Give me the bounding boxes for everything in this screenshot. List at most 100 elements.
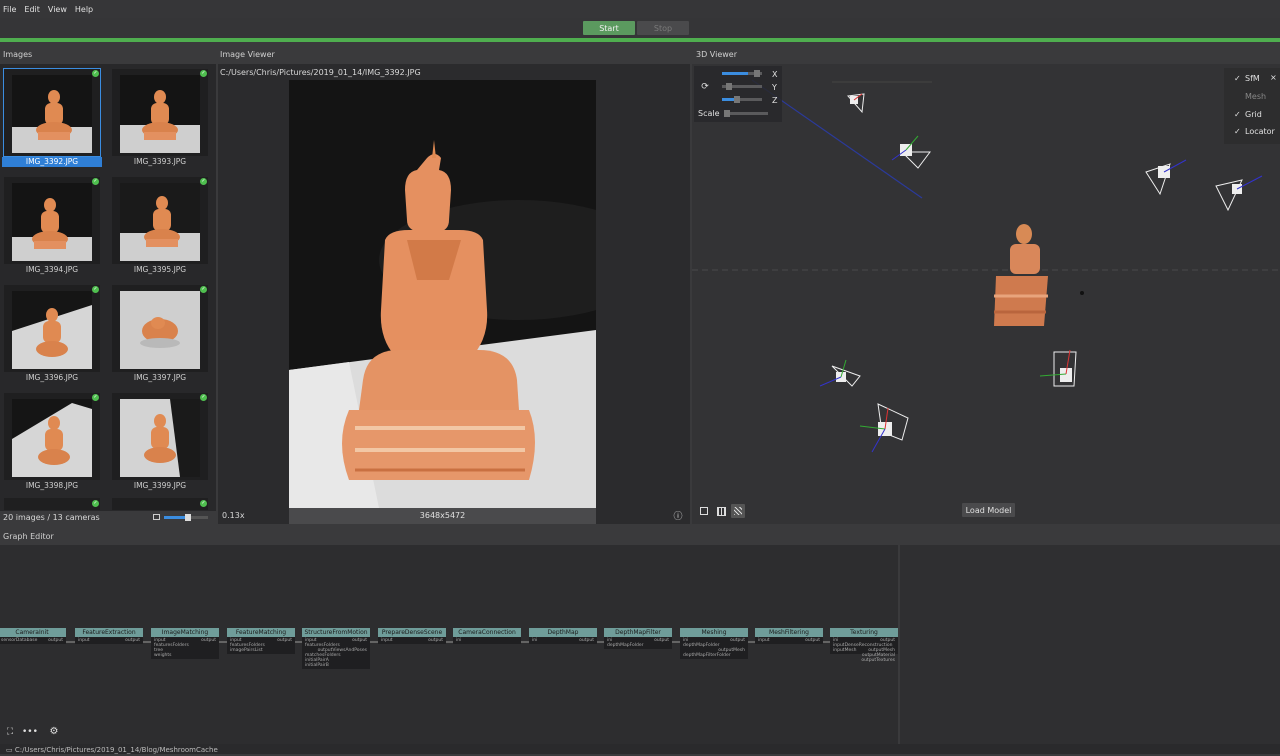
textured-mode-icon xyxy=(734,507,742,515)
camera-icon[interactable] xyxy=(859,403,909,453)
load-model-button[interactable]: Load Model xyxy=(962,503,1015,517)
done-check-icon: ✓ xyxy=(200,500,207,507)
rotate-icon[interactable]: ⟳ xyxy=(698,80,712,94)
3d-scene[interactable] xyxy=(692,64,1280,524)
graph-node-imagematching[interactable]: ImageMatching input output featuresFolders t… xyxy=(151,628,219,659)
camera-icon[interactable] xyxy=(819,359,861,387)
resolution-bar: 3648x5472 xyxy=(289,508,596,524)
image-thumbnail[interactable]: ✓ IMG_3398.JPG xyxy=(2,391,102,491)
done-check-icon: ✓ xyxy=(200,394,207,401)
image-viewer-title: Image Viewer xyxy=(220,50,275,59)
statue-photo xyxy=(120,291,200,369)
statue-photo xyxy=(120,75,200,153)
close-icon[interactable]: × xyxy=(1270,73,1277,82)
image-thumbnail[interactable] xyxy=(4,498,100,510)
menu-view[interactable]: View xyxy=(45,5,72,14)
status-bar: ▭ C:/Users/Chris/Pictures/2019_01_14/Blo… xyxy=(0,744,1280,754)
menu-bar: File Edit View Help xyxy=(0,0,1280,18)
toggle-mesh[interactable]: Mesh xyxy=(1245,92,1266,101)
solid-mode-icon[interactable] xyxy=(700,507,708,515)
done-check-icon: ✓ xyxy=(200,178,207,185)
images-footer: 20 images / 13 cameras xyxy=(0,512,216,524)
graph-node-camerainit[interactable]: CameraInit sensorDatabase output xyxy=(0,628,66,658)
done-check-icon: ✓ xyxy=(92,500,99,507)
axis-x-label: X xyxy=(772,70,778,79)
done-check-icon: ✓ xyxy=(92,394,99,401)
orientation-gizmo: ⟳ X Y Z Scale xyxy=(694,66,782,122)
statue-photo xyxy=(120,183,200,261)
graph-editor-canvas[interactable]: CameraInit sensorDatabase output FeatureEx… xyxy=(0,545,898,745)
graph-node-texturing[interactable]: Texturing ini output inputDenseReconstructi… xyxy=(830,628,898,663)
gear-icon[interactable]: ⚙ xyxy=(47,725,61,739)
camera-icon[interactable] xyxy=(1039,349,1077,387)
graph-node-featurematching[interactable]: FeatureMatching input output featuresFolder… xyxy=(227,628,295,658)
image-thumbnail[interactable]: ✓ IMG_3392.JPG xyxy=(2,67,102,167)
thumbnail-size-slider[interactable] xyxy=(164,514,208,521)
toggle-sfm[interactable]: SfM xyxy=(1245,74,1260,83)
camera-icon[interactable] xyxy=(891,135,931,169)
graph-node-structurefrommotion[interactable]: StructureFromMotion input output featuresFo… xyxy=(302,628,370,669)
graph-node-featureextraction[interactable]: FeatureExtraction input output xyxy=(75,628,143,658)
y-slider[interactable] xyxy=(722,83,762,90)
image-thumbnail[interactable]: ✓ IMG_3395.JPG xyxy=(110,175,210,275)
textured-mode-button[interactable] xyxy=(731,504,745,518)
image-label: IMG_3395.JPG xyxy=(133,265,187,274)
start-button[interactable]: Start xyxy=(583,21,635,35)
done-check-icon: ✓ xyxy=(200,70,207,77)
camera-icon[interactable] xyxy=(847,93,865,114)
images-panel-title: Images xyxy=(3,50,33,59)
wireframe-mode-icon[interactable] xyxy=(717,507,726,516)
camera-icon[interactable] xyxy=(1145,159,1187,196)
graph-editor-title: Graph Editor xyxy=(3,532,54,541)
more-options-icon[interactable]: ••• xyxy=(22,725,38,739)
image-label: IMG_3397.JPG xyxy=(133,373,187,382)
scale-slider[interactable] xyxy=(724,110,768,117)
image-label: IMG_3394.JPG xyxy=(25,265,79,274)
progress-bar xyxy=(0,38,1280,42)
image-thumbnail[interactable] xyxy=(112,498,208,510)
statue-photo xyxy=(12,75,92,153)
graph-node-meshing[interactable]: Meshing ini output depthMapFolder outputMesh… xyxy=(680,628,748,659)
graph-node-preparedensescene[interactable]: PrepareDenseScene input output xyxy=(378,628,446,658)
done-check-icon: ✓ xyxy=(92,70,99,77)
fit-view-icon[interactable]: ⛶ xyxy=(3,725,17,739)
stop-button[interactable]: Stop xyxy=(637,21,689,35)
image-thumbnail[interactable]: ✓ IMG_3396.JPG xyxy=(2,283,102,383)
locator-checkmark-icon: ✓ xyxy=(1234,127,1241,136)
graph-node-cameraconnection[interactable]: CameraConnection ini xyxy=(453,628,521,658)
x-slider[interactable] xyxy=(722,70,762,77)
run-toolbar: Start Stop xyxy=(0,18,1280,38)
info-icon[interactable]: ⓘ xyxy=(671,510,685,524)
image-canvas[interactable] xyxy=(289,80,596,508)
graph-node-depthmap[interactable]: DepthMap ini output xyxy=(529,628,597,658)
image-thumbnail[interactable]: ✓ IMG_3394.JPG xyxy=(2,175,102,275)
3d-viewer-panel[interactable]: ⟳ X Y Z Scale ✓ SfM × Mesh ✓ Grid ✓ Loca… xyxy=(692,64,1280,524)
zoom-level: 0.13x xyxy=(222,511,245,520)
toggle-grid[interactable]: Grid xyxy=(1245,110,1262,119)
image-label: IMG_3392.JPG xyxy=(2,157,102,167)
image-thumbnail[interactable]: ✓ IMG_3393.JPG xyxy=(110,67,210,167)
toggle-locator[interactable]: Locator xyxy=(1245,127,1275,136)
images-count: 20 images / 13 cameras xyxy=(3,513,100,522)
images-panel[interactable]: ✓ IMG_3392.JPG ✓ IMG_3393.JPG ✓ IMG_3394… xyxy=(0,64,216,511)
3d-model[interactable] xyxy=(994,224,1048,326)
menu-file[interactable]: File xyxy=(0,5,21,14)
statue-photo xyxy=(12,291,92,369)
grid-checkmark-icon: ✓ xyxy=(1234,110,1241,119)
image-thumbnail[interactable]: ✓ IMG_3399.JPG xyxy=(110,391,210,491)
menu-help[interactable]: Help xyxy=(72,5,98,14)
layer-toggles: ✓ SfM × Mesh ✓ Grid ✓ Locator xyxy=(1224,68,1280,144)
z-slider[interactable] xyxy=(722,96,762,103)
menu-edit[interactable]: Edit xyxy=(21,5,45,14)
sfm-checkmark-icon: ✓ xyxy=(1234,74,1241,83)
graph-node-meshfiltering[interactable]: MeshFiltering input output xyxy=(755,628,823,658)
scale-label: Scale xyxy=(698,109,720,118)
cache-folder-icon: ▭ xyxy=(6,746,15,754)
done-check-icon: ✓ xyxy=(92,286,99,293)
camera-icon[interactable] xyxy=(1215,175,1263,212)
axis-y-label: Y xyxy=(772,83,777,92)
image-thumbnail[interactable]: ✓ IMG_3397.JPG xyxy=(110,283,210,383)
image-viewer-panel[interactable]: C:/Users/Chris/Pictures/2019_01_14/IMG_3… xyxy=(218,64,690,524)
graph-node-depthmapfilter[interactable]: DepthMapFilter ini output depthMapFolder xyxy=(604,628,672,658)
statue-photo xyxy=(12,399,92,477)
